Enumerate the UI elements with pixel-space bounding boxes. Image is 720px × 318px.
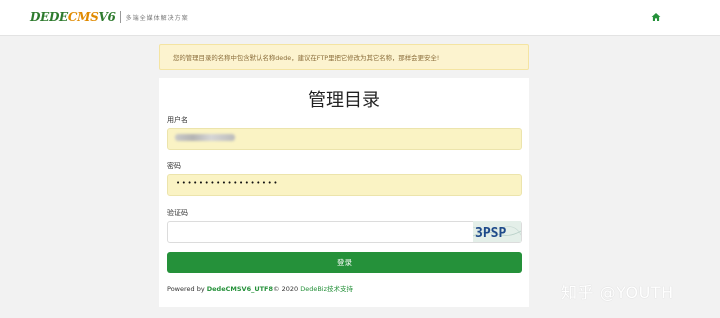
copyright-text: © 2020 (273, 285, 301, 293)
dedecms-logo[interactable]: DEDECMSV6 多端全媒体解决方案 (30, 9, 189, 25)
password-label: 密码 (167, 162, 181, 170)
alert-message: 您的管理目录的名称中包含默认名称dede，建议在FTP里把它修改为其它名称，那样… (173, 53, 440, 62)
login-button[interactable]: 登录 (167, 252, 522, 273)
login-card: 管理目录 用户名 密码 •••••••••••••••••• 验证码 3PSP … (159, 78, 529, 307)
powered-by-text: Powered by (167, 285, 207, 293)
home-icon[interactable] (651, 12, 661, 22)
zhihu-watermark: 知乎 @YOUTH (561, 283, 674, 302)
captcha-input[interactable] (167, 221, 522, 243)
footer-credits: Powered by DedeCMSV6_UTF8© 2020 DedeBiz技… (167, 283, 353, 293)
captcha-image[interactable]: 3PSP (473, 221, 521, 242)
username-label: 用户名 (167, 116, 188, 124)
captcha-text: 3PSP (475, 226, 506, 241)
top-bar: DEDECMSV6 多端全媒体解决方案 (0, 0, 720, 36)
product-link[interactable]: DedeCMSV6_UTF8 (207, 285, 273, 293)
support-text: 技术支持 (327, 285, 354, 293)
page-title: 管理目录 (308, 90, 380, 111)
vendor-link[interactable]: DedeBiz (300, 285, 327, 293)
captcha-label: 验证码 (167, 209, 188, 217)
logo-wordmark: DEDECMSV6 (30, 10, 116, 24)
logo-slogan: 多端全媒体解决方案 (125, 14, 189, 22)
redacted-username (175, 134, 235, 141)
security-warning-alert: 您的管理目录的名称中包含默认名称dede，建议在FTP里把它修改为其它名称，那样… (159, 44, 529, 70)
password-mask: •••••••••••••••••• (176, 179, 280, 187)
logo-divider (119, 11, 121, 23)
